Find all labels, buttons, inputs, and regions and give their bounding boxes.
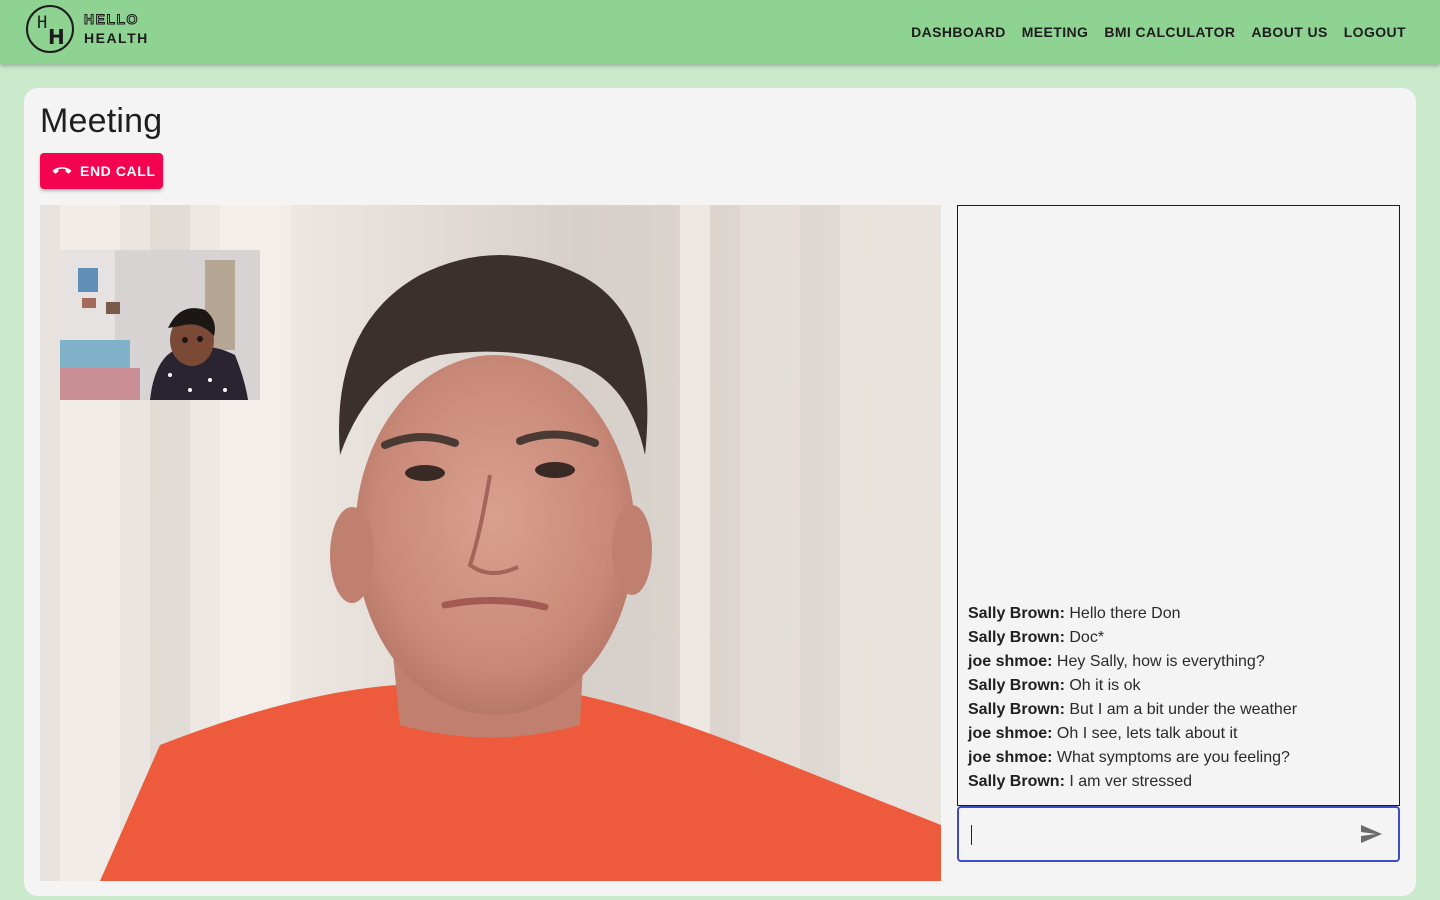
nav-meeting[interactable]: MEETING [1014,18,1097,46]
self-view-frame [60,250,260,400]
chat-message: joe shmoe: Oh I see, lets talk about it [968,722,1389,746]
chat-message-author: joe shmoe: [968,749,1053,766]
brand-logo[interactable]: H H HELLO HEALTH [26,5,149,53]
chat-message: joe shmoe: What symptoms are you feeling… [968,746,1389,770]
app-bar: H H HELLO HEALTH DASHBOARD MEETING BMI C… [0,0,1440,64]
chat-message-author: Sally Brown: [968,677,1065,694]
remote-participant-video[interactable] [40,205,941,881]
nav-logout[interactable]: LOGOUT [1336,18,1414,46]
meeting-card: Meeting END CALL Sally Brown: Hello ther… [24,88,1416,896]
nav-bmi-calculator[interactable]: BMI CALCULATOR [1096,18,1243,46]
chat-message: Sally Brown: Oh it is ok [968,674,1389,698]
page-title: Meeting [40,102,163,140]
text-caret [971,825,972,845]
chat-message-text: But I am a bit under the weather [1069,701,1298,718]
chat-message-text: What symptoms are you feeling? [1056,749,1290,766]
logo-wordmark: HELLO HEALTH [84,10,149,48]
send-icon [1361,825,1382,843]
chat-message-text: Hey Sally, how is everything? [1056,653,1265,670]
end-call-button[interactable]: END CALL [40,153,163,189]
self-view-video[interactable] [60,250,260,400]
chat-message: Sally Brown: I am ver stressed [968,770,1389,794]
logo-word-health: HEALTH [84,30,149,46]
chat-input-box[interactable] [957,806,1400,862]
logo-monogram: H H [26,5,74,53]
send-button[interactable] [1358,822,1384,846]
end-call-label: END CALL [80,163,156,179]
chat-message-author: Sally Brown: [968,773,1065,790]
chat-message-text: Doc* [1069,629,1105,646]
logo-monogram-outline-letter: H [37,13,48,33]
chat-message: Sally Brown: Hello there Don [968,602,1389,626]
chat-message-author: joe shmoe: [968,725,1053,742]
logo-monogram-solid-letter: H [48,25,65,49]
chat-message-text: Hello there Don [1069,605,1181,622]
chat-log[interactable]: Sally Brown: Hello there Don Sally Brown… [957,205,1400,806]
chat-message-author: Sally Brown: [968,605,1065,622]
chat-message: joe shmoe: Hey Sally, how is everything? [968,650,1389,674]
chat-message-text: I am ver stressed [1069,773,1193,790]
chat-message-author: joe shmoe: [968,653,1053,670]
chat-message-text: Oh it is ok [1069,677,1141,694]
phone-hangup-icon [52,165,72,177]
chat-message: Sally Brown: But I am a bit under the we… [968,698,1389,722]
chat-message-author: Sally Brown: [968,629,1065,646]
nav-dashboard[interactable]: DASHBOARD [903,18,1014,46]
main-nav: DASHBOARD MEETING BMI CALCULATOR ABOUT U… [903,0,1414,64]
chat-message-input[interactable] [971,818,1335,852]
chat-message-author: Sally Brown: [968,701,1065,718]
chat-message-text: Oh I see, lets talk about it [1056,725,1238,742]
nav-about-us[interactable]: ABOUT US [1243,18,1335,46]
logo-word-hello: HELLO [84,11,139,28]
chat-message: Sally Brown: Doc* [968,626,1389,650]
